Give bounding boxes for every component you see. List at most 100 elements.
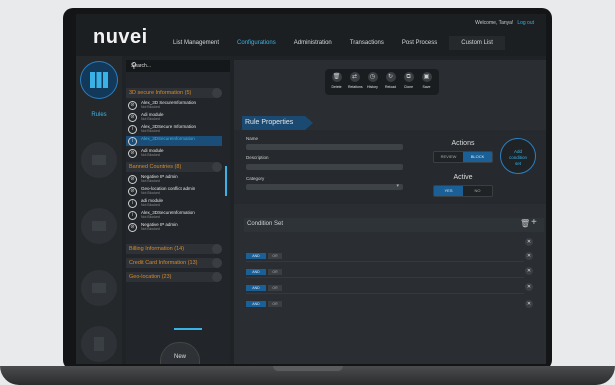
collapse-toggle[interactable] [212,272,222,282]
reload-icon: ↻ [385,72,396,82]
trash-icon[interactable]: 🗑 [520,219,530,228]
main-panel: 🗑 Delete ⇄ Relations ◷ History ↻ Reload ⧉ Clo… [234,60,546,364]
remove-condition-button[interactable]: ✕ [525,252,533,260]
ban-icon: ⊘ [128,175,137,184]
rail-button-3[interactable] [81,208,117,244]
search-icon[interactable]: ⚲ [131,61,225,70]
condition-row: AND OR [246,269,288,275]
or-option[interactable]: OR [268,253,282,259]
list-item[interactable]: ⊘ Adi module Not Blocked [126,148,222,158]
list-item[interactable]: ⊘ Negative IP admin Not Blocked [126,174,222,184]
nav-list-management[interactable]: List Management [164,36,228,50]
list-item[interactable]: ⊘ Geo-location conflict admin Not Blocked [126,186,222,196]
list-item[interactable]: ⊘ Negative IP admin Not Blocked [126,222,222,232]
grid-icon [92,155,106,165]
delete-button[interactable]: 🗑 Delete [330,72,343,89]
ban-icon: ⊘ [128,113,137,122]
toolbar-label: Clone [403,85,414,89]
or-option[interactable]: OR [268,269,282,275]
add-condition-set-button[interactable]: Add condition set [500,138,536,174]
list-item-title: Alex_3DSecureInformation [141,136,195,141]
trash-icon: 🗑 [331,72,342,82]
rules-button[interactable] [81,62,117,98]
group-banned-countries[interactable]: Banned Countries (8) [126,162,222,172]
remove-condition-button[interactable]: ✕ [525,283,533,291]
history-button[interactable]: ◷ History [366,72,379,89]
ban-icon: ⊘ [128,101,137,110]
save-icon: ▣ [421,72,432,82]
list-progress-bar [174,328,202,330]
group-label: Geo-location (23) [129,274,172,280]
nav-administration[interactable]: Administration [285,36,341,50]
block-option[interactable]: BLOCK [463,152,492,162]
active-toggle: YES NO [433,185,493,197]
and-option[interactable]: AND [246,269,266,275]
toolbar-label: Delete [331,85,342,89]
users-icon [92,283,106,293]
description-label: Description [246,155,269,160]
group-3d-secure[interactable]: 3D secure Information (5) [126,88,222,98]
nav-custom-list[interactable]: Custom List [449,36,505,50]
logout-link[interactable]: Log out [517,20,534,26]
clone-button[interactable]: ⧉ Clone [402,72,415,89]
save-button[interactable]: ▣ Save [420,72,433,89]
nav-configurations[interactable]: Configurations [228,36,285,50]
name-field[interactable] [246,144,403,150]
list-item-status: Not Blocked [141,105,160,109]
nav-transactions[interactable]: Transactions [341,36,393,50]
rail-button-2[interactable] [81,142,117,178]
list-item[interactable]: i Alex_3DSecureInformation Not Blocked [126,210,222,220]
add-line-3: set [514,161,521,166]
list-item[interactable]: ⊘ Alex_3D SecureInformation Not Blocked [126,100,222,110]
group-geo-location[interactable]: Geo-location (23) [126,272,222,282]
condition-row: AND OR [246,285,288,291]
welcome-text: Welcome, Tanya! Log out [475,20,534,26]
or-option[interactable]: OR [268,285,282,291]
and-option[interactable]: AND [246,253,266,259]
group-label: Banned Countries (8) [129,164,182,170]
remove-condition-button[interactable]: ✕ [525,267,533,275]
relations-button[interactable]: ⇄ Relations [348,72,363,89]
row-divider [246,293,524,294]
group-billing-information[interactable]: Billing Information (14) [126,244,222,254]
collapse-toggle[interactable] [212,162,222,172]
collapse-toggle[interactable] [212,258,222,268]
reload-button[interactable]: ↻ Reload [384,72,397,89]
review-option[interactable]: REVIEW [434,152,463,162]
list-scrollbar[interactable] [225,166,227,196]
row-divider [246,261,524,262]
left-rail: Rules [76,56,122,364]
no-option[interactable]: NO [463,186,492,196]
list-item-status: Not Blocked [141,227,160,231]
rail-button-4[interactable] [81,270,117,306]
info-icon: i [128,137,137,146]
info-icon: i [128,199,137,208]
rail-button-5[interactable] [81,326,117,362]
list-item-selected[interactable]: i Alex_3DSecureInformation [126,136,222,146]
group-label: 3D secure Information (5) [129,90,192,96]
toolbar-label: History [367,85,378,89]
search-input[interactable]: Search... ⚲ [126,60,230,72]
or-option[interactable]: OR [268,301,282,307]
list-item[interactable]: ⊘ Adi module Not Blocked [126,112,222,122]
plus-icon[interactable]: + [531,217,537,228]
ban-icon: ⊘ [128,187,137,196]
collapse-toggle[interactable] [212,244,222,254]
group-credit-card-information[interactable]: Credit Card Information (13) [126,258,222,268]
and-option[interactable]: AND [246,285,266,291]
info-icon: i [128,211,137,220]
category-select[interactable]: ▾ [246,183,403,190]
description-field[interactable] [246,164,403,170]
list-item[interactable]: i Alex_3DSecure Information Not Blocked [126,124,222,134]
list-item[interactable]: i adi module Not Blocked [126,198,222,208]
list-item-status: Not Blocked [141,179,160,183]
and-option[interactable]: AND [246,301,266,307]
new-rule-button[interactable]: New [160,342,200,364]
collapse-toggle[interactable] [212,88,222,98]
yes-option[interactable]: YES [434,186,463,196]
welcome-message: Welcome, Tanya! [475,20,514,26]
remove-condition-button[interactable]: ✕ [525,238,533,246]
active-title: Active [453,174,473,181]
remove-condition-button[interactable]: ✕ [525,300,533,308]
nav-post-process[interactable]: Post Process [393,36,446,50]
